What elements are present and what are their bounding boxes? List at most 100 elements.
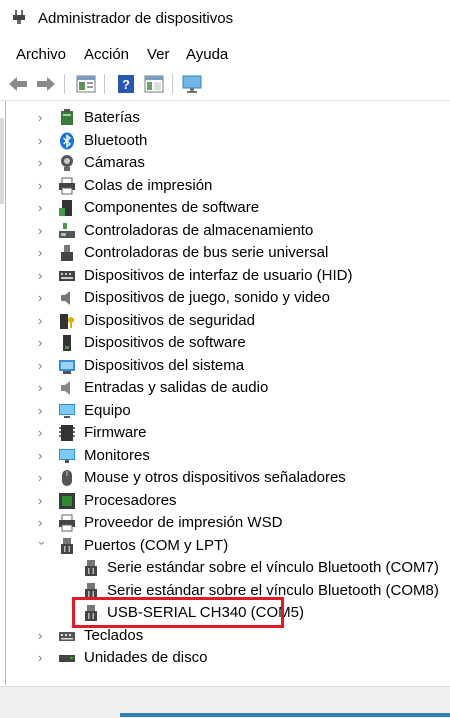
tree-item-label: Puertos (COM y LPT)	[84, 537, 229, 554]
tree-item-camaras[interactable]: › Cámaras	[6, 153, 446, 175]
menu-ayuda[interactable]: Ayuda	[186, 46, 228, 63]
highlight-box	[72, 597, 284, 628]
chevron-right-icon[interactable]: ›	[38, 156, 48, 170]
tree-item-label: Mouse y otros dispositivos señaladores	[84, 469, 346, 486]
toolbar: ?	[0, 68, 450, 101]
speaker-icon	[58, 289, 76, 307]
tree-item-label: Colas de impresión	[84, 177, 213, 194]
monitor-icon[interactable]	[180, 72, 204, 96]
port-icon	[82, 559, 100, 577]
chevron-right-icon[interactable]: ›	[38, 359, 48, 373]
tree-item-puertos[interactable]: › Puertos (COM y LPT)	[6, 536, 446, 558]
monitor-icon	[58, 447, 76, 465]
back-arrow-icon[interactable]	[6, 72, 30, 96]
menu-accion[interactable]: Acción	[84, 46, 129, 63]
menu-bar: Archivo Acción Ver Ayuda	[0, 44, 450, 66]
chevron-right-icon[interactable]: ›	[38, 179, 48, 193]
tree-item-label: Monitores	[84, 447, 150, 464]
tree-item-teclados[interactable]: › Teclados	[6, 626, 446, 648]
chevron-right-icon[interactable]: ›	[38, 381, 48, 395]
software-component-icon	[58, 199, 76, 217]
tree-item-controladoras-almacenamiento[interactable]: › Controladoras de almacenamiento	[6, 221, 446, 243]
keyboard-icon	[58, 627, 76, 645]
firmware-icon	[58, 424, 76, 442]
tree-item-juego-sonido-video[interactable]: › Dispositivos de juego, sonido y video	[6, 288, 446, 310]
tree-item-controladoras-usb[interactable]: › Controladoras de bus serie universal	[6, 243, 446, 265]
tree-item-componentes-software[interactable]: › Componentes de software	[6, 198, 446, 220]
software-device-icon	[58, 334, 76, 352]
help-icon[interactable]: ?	[114, 72, 138, 96]
chevron-down-icon[interactable]: ›	[35, 541, 50, 551]
chevron-right-icon[interactable]: ›	[38, 269, 48, 283]
chevron-right-icon[interactable]: ›	[38, 314, 48, 328]
panel-icon[interactable]	[142, 72, 166, 96]
tree-item-label: Dispositivos del sistema	[84, 357, 245, 374]
tree-item-baterias[interactable]: › Baterías	[6, 108, 446, 130]
camera-icon	[58, 154, 76, 172]
chevron-right-icon[interactable]: ›	[38, 246, 48, 260]
tree-item-firmware[interactable]: › Firmware	[6, 423, 446, 445]
tree-item-label: Equipo	[84, 402, 131, 419]
tree-item-mouse[interactable]: › Mouse y otros dispositivos señaladores	[6, 468, 446, 490]
chevron-right-icon[interactable]: ›	[38, 494, 48, 508]
tree-item-bluetooth[interactable]: › Bluetooth	[6, 131, 446, 153]
tree-item-label: Dispositivos de seguridad	[84, 312, 255, 329]
tree-item-label: Firmware	[84, 424, 147, 441]
tree-item-software-devices[interactable]: › Dispositivos de software	[6, 333, 446, 355]
chevron-right-icon[interactable]: ›	[38, 224, 48, 238]
menu-ver[interactable]: Ver	[147, 46, 170, 63]
taskbar-accent	[120, 713, 450, 717]
tree-item-label: Baterías	[84, 109, 140, 126]
properties-icon[interactable]	[74, 72, 98, 96]
toolbar-separator	[104, 74, 105, 94]
tree-item-com7[interactable]: Serie estándar sobre el vínculo Bluetoot…	[6, 558, 446, 580]
tree-item-audio[interactable]: › Entradas y salidas de audio	[6, 378, 446, 400]
chevron-right-icon[interactable]: ›	[38, 449, 48, 463]
system-device-icon	[58, 357, 76, 375]
tree-item-unidades-disco[interactable]: › Unidades de disco	[6, 648, 446, 670]
tree-item-label: Controladoras de bus serie universal	[84, 244, 329, 261]
window-edge-accent	[0, 118, 4, 204]
audio-io-icon	[58, 379, 76, 397]
tree-item-label: Cámaras	[84, 154, 145, 171]
computer-icon	[58, 402, 76, 420]
tree-item-hid[interactable]: › Dispositivos de interfaz de usuario (H…	[6, 266, 446, 288]
chevron-right-icon[interactable]: ›	[38, 134, 48, 148]
window-title: Administrador de dispositivos	[38, 10, 234, 27]
chevron-right-icon[interactable]: ›	[38, 516, 48, 530]
tree-item-label: Serie estándar sobre el vínculo Bluetoot…	[107, 559, 439, 576]
tree-item-monitores[interactable]: › Monitores	[6, 446, 446, 468]
toolbar-separator	[64, 74, 65, 94]
processor-icon	[58, 492, 76, 510]
tree-item-colas-impresion[interactable]: › Colas de impresión	[6, 176, 446, 198]
tree-item-sistema[interactable]: › Dispositivos del sistema	[6, 356, 446, 378]
tree-item-label: Controladoras de almacenamiento	[84, 222, 314, 239]
chevron-right-icon[interactable]: ›	[38, 651, 48, 665]
tree-item-label: Bluetooth	[84, 132, 148, 149]
chevron-right-icon[interactable]: ›	[38, 629, 48, 643]
tree-item-label: Procesadores	[84, 492, 177, 509]
chevron-right-icon[interactable]: ›	[38, 201, 48, 215]
disk-drive-icon	[58, 649, 76, 667]
port-icon	[58, 537, 76, 555]
chevron-right-icon[interactable]: ›	[38, 111, 48, 125]
device-manager-icon	[12, 10, 28, 26]
hid-icon	[58, 267, 76, 285]
forward-arrow-icon[interactable]	[34, 72, 58, 96]
tree-item-equipo[interactable]: › Equipo	[6, 401, 446, 423]
chevron-right-icon[interactable]: ›	[38, 291, 48, 305]
tree-item-procesadores[interactable]: › Procesadores	[6, 491, 446, 513]
chevron-right-icon[interactable]: ›	[38, 471, 48, 485]
menu-archivo[interactable]: Archivo	[16, 46, 66, 63]
tree-item-label: Dispositivos de interfaz de usuario (HID…	[84, 267, 353, 284]
tree-item-label: Dispositivos de juego, sonido y video	[84, 289, 330, 306]
tree-item-label: Entradas y salidas de audio	[84, 379, 269, 396]
chevron-right-icon[interactable]: ›	[38, 336, 48, 350]
chevron-right-icon[interactable]: ›	[38, 426, 48, 440]
chevron-right-icon[interactable]: ›	[38, 404, 48, 418]
tree-item-seguridad[interactable]: › Dispositivos de seguridad	[6, 311, 446, 333]
mouse-icon	[58, 469, 76, 487]
battery-icon	[58, 109, 76, 127]
tree-item-proveedor-wsd[interactable]: › Proveedor de impresión WSD	[6, 513, 446, 535]
svg-text:?: ?	[122, 77, 130, 92]
